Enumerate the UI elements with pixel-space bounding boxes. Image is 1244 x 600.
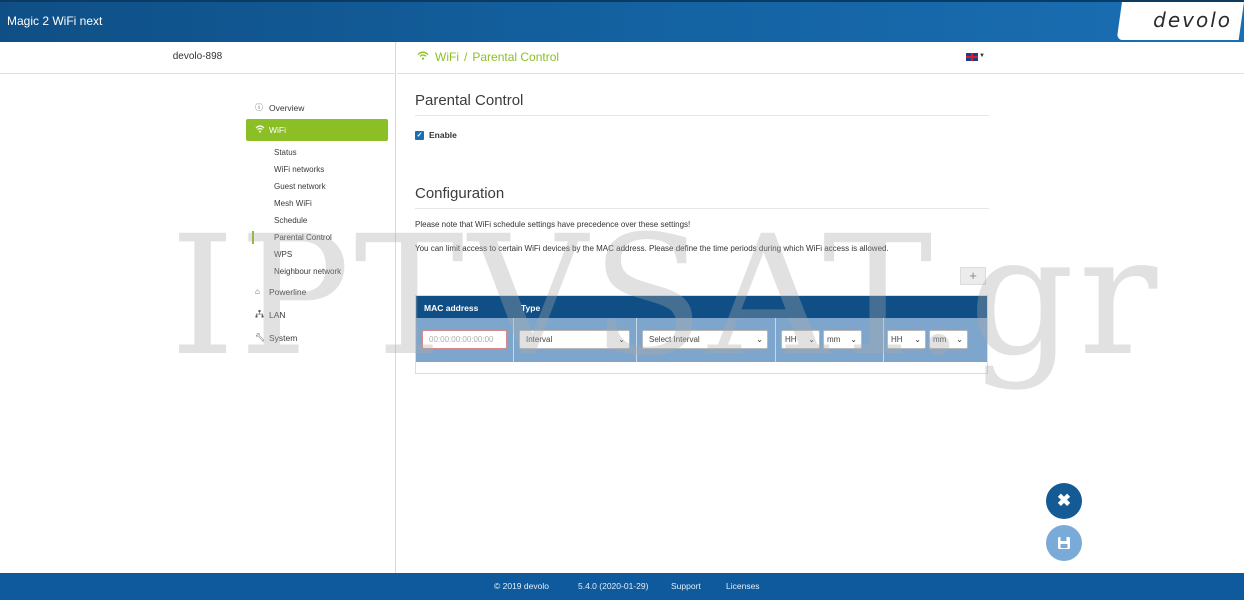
wrench-icon: 🔧︎ [255, 333, 266, 342]
enable-row: ✓ Enable [415, 130, 989, 140]
chevron-down-icon: ⌄ [850, 335, 857, 344]
interval-select-value: Select Interval [649, 335, 700, 344]
mac-limit-note: You can limit access to certain WiFi dev… [415, 244, 889, 253]
cell-divider [513, 318, 514, 362]
configuration-title: Configuration [415, 185, 989, 209]
info-icon: ⓘ [255, 103, 263, 112]
table-row: 00:00:00:00:00:00 Interval ⌄ Select Inte… [416, 318, 987, 362]
parental-control-title: Parental Control [415, 92, 989, 116]
chevron-down-icon: ⌄ [956, 335, 963, 344]
uk-flag-icon[interactable] [966, 53, 978, 61]
close-icon: ✖ [1056, 491, 1072, 510]
from-minute-value: mm [827, 335, 841, 344]
mac-address-input[interactable]: 00:00:00:00:00:00 [422, 330, 507, 349]
home-icon: ⌂ [255, 287, 260, 296]
lan-icon [255, 309, 267, 320]
devolo-logo: devolo [1153, 8, 1232, 32]
sidebar-item-label: System [269, 332, 298, 343]
type-select[interactable]: Interval ⌄ [519, 330, 630, 349]
rules-table: MAC address Type 00:00:00:00:00:00 Inter… [415, 295, 988, 374]
sidebar-item-label: Powerline [269, 286, 307, 297]
enable-label: Enable [429, 130, 457, 140]
to-hour-select[interactable]: HH ⌄ [887, 330, 926, 349]
from-hour-select[interactable]: HH ⌄ [781, 330, 820, 349]
footer-licenses-link[interactable]: Licenses [726, 581, 760, 591]
table-header: MAC address Type [416, 296, 987, 318]
interval-select[interactable]: Select Interval ⌄ [642, 330, 768, 349]
to-minute-value: mm [933, 335, 947, 344]
sidebar-item-label: Overview [269, 102, 305, 113]
sidebar-subitem-mesh-wifi[interactable]: Mesh WiFi [246, 195, 388, 212]
footer-copyright: © 2019 devolo [494, 581, 549, 591]
sidebar: devolo-898 ⓘ Overview WiFi Status WiFi n… [0, 42, 396, 573]
chevron-down-icon[interactable]: ▼ [979, 53, 985, 59]
breadcrumb-section[interactable]: WiFi [435, 50, 459, 64]
column-type: Type [521, 303, 541, 313]
sidebar-item-label: LAN [269, 309, 286, 320]
wifi-icon [255, 125, 267, 135]
cell-divider [883, 318, 884, 362]
sidebar-subitem-wifi-networks[interactable]: WiFi networks [246, 161, 388, 178]
sidebar-item-overview[interactable]: ⓘ Overview [246, 96, 388, 119]
chevron-down-icon: ⌄ [618, 335, 625, 344]
app-title: Magic 2 WiFi next [7, 14, 103, 28]
sidebar-item-label: WiFi [269, 125, 286, 135]
cell-divider [775, 318, 776, 362]
device-name: devolo-898 [0, 42, 395, 74]
precedence-note: Please note that WiFi schedule settings … [415, 220, 691, 229]
to-hour-value: HH [891, 335, 903, 344]
breadcrumb-separator: / [464, 50, 468, 64]
from-hour-value: HH [785, 335, 797, 344]
sidebar-item-lan[interactable]: LAN [246, 303, 388, 326]
top-bar: Magic 2 WiFi next devolo [0, 0, 1244, 42]
sidebar-subitem-neighbour-network[interactable]: Neighbour network [246, 263, 388, 280]
sidebar-item-system[interactable]: 🔧︎ System [246, 326, 388, 349]
enable-checkbox[interactable]: ✓ [415, 130, 424, 140]
footer: © 2019 devolo 5.4.0 (2020-01-29) Support… [0, 573, 1244, 600]
sidebar-subitem-guest-network[interactable]: Guest network [246, 178, 388, 195]
wifi-icon [417, 51, 429, 63]
footer-support-link[interactable]: Support [671, 581, 701, 591]
type-select-value: Interval [526, 335, 553, 344]
sidebar-subitem-wps[interactable]: WPS [246, 246, 388, 263]
save-button[interactable] [1046, 525, 1082, 561]
sidebar-item-powerline[interactable]: ⌂ Powerline [246, 280, 388, 303]
column-mac-address: MAC address [424, 303, 479, 313]
add-rule-button[interactable]: + [960, 267, 986, 285]
sidebar-subitem-schedule[interactable]: Schedule [246, 212, 388, 229]
save-icon [1057, 537, 1071, 553]
breadcrumb: WiFi / Parental Control [417, 50, 559, 64]
cancel-button[interactable]: ✖ [1046, 483, 1082, 519]
cell-divider [636, 318, 637, 362]
page-header: WiFi / Parental Control ▼ [397, 42, 1244, 74]
chevron-down-icon: ⌄ [914, 335, 921, 344]
chevron-down-icon: ⌄ [756, 335, 763, 344]
from-minute-select[interactable]: mm ⌄ [823, 330, 862, 349]
breadcrumb-page: Parental Control [472, 50, 560, 64]
chevron-down-icon: ⌄ [808, 335, 815, 344]
sidebar-subitem-parental-control[interactable]: Parental Control [246, 229, 388, 246]
sidebar-nav: ⓘ Overview WiFi Status WiFi networks Gue… [246, 96, 388, 349]
sidebar-subitem-status[interactable]: Status [246, 144, 388, 161]
footer-version: 5.4.0 (2020-01-29) [578, 581, 649, 591]
to-minute-select[interactable]: mm ⌄ [929, 330, 968, 349]
sidebar-item-wifi[interactable]: WiFi [246, 119, 388, 141]
